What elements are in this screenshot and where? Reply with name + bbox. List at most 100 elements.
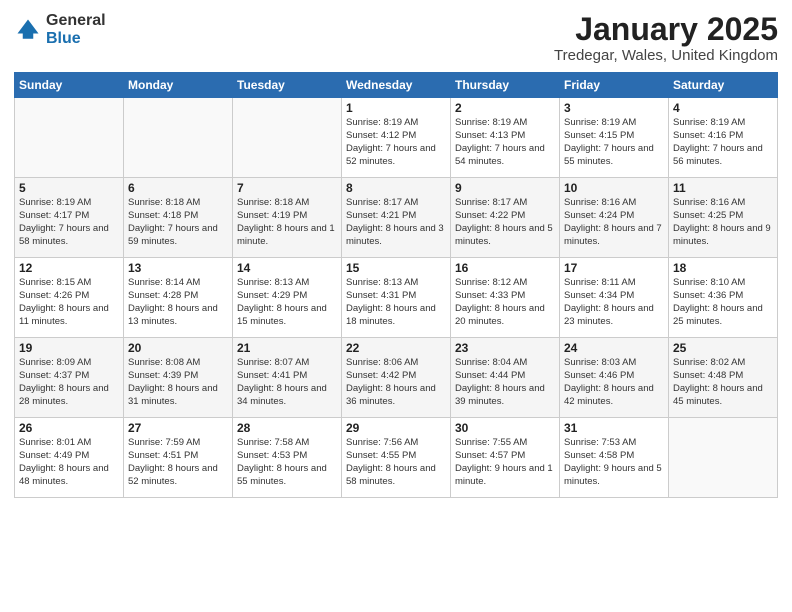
day-info: Sunrise: 8:03 AM Sunset: 4:46 PM Dayligh… xyxy=(564,357,664,408)
day-number: 17 xyxy=(564,261,664,275)
day-info: Sunrise: 8:17 AM Sunset: 4:21 PM Dayligh… xyxy=(346,197,446,248)
calendar-week-1: 1 Sunrise: 8:19 AM Sunset: 4:12 PM Daylig… xyxy=(15,98,778,178)
calendar-cell xyxy=(669,418,778,498)
calendar-cell: 26 Sunrise: 8:01 AM Sunset: 4:49 PM Dayli… xyxy=(15,418,124,498)
calendar-cell: 17 Sunrise: 8:11 AM Sunset: 4:34 PM Dayli… xyxy=(560,258,669,338)
day-number: 8 xyxy=(346,181,446,195)
day-info: Sunrise: 8:16 AM Sunset: 4:25 PM Dayligh… xyxy=(673,197,773,248)
day-number: 15 xyxy=(346,261,446,275)
day-info: Sunrise: 8:12 AM Sunset: 4:33 PM Dayligh… xyxy=(455,277,555,328)
day-info: Sunrise: 7:59 AM Sunset: 4:51 PM Dayligh… xyxy=(128,437,228,488)
calendar-cell: 6Sunrise: 8:18 AM Sunset: 4:18 PM Daylig… xyxy=(124,178,233,258)
calendar-cell: 30 Sunrise: 7:55 AM Sunset: 4:57 PM Dayli… xyxy=(451,418,560,498)
logo-text: General Blue xyxy=(46,12,106,47)
day-info: Sunrise: 8:01 AM Sunset: 4:49 PM Dayligh… xyxy=(19,437,119,488)
day-number: 7 xyxy=(237,181,337,195)
calendar-table: Sunday Monday Tuesday Wednesday Thursday… xyxy=(14,72,778,498)
page-header: General Blue January 2025 Tredegar, Wale… xyxy=(14,12,778,64)
day-number: 12 xyxy=(19,261,119,275)
day-info: Sunrise: 8:09 AM Sunset: 4:37 PM Dayligh… xyxy=(19,357,119,408)
day-number: 21 xyxy=(237,341,337,355)
calendar-cell xyxy=(15,98,124,178)
calendar-cell: 13Sunrise: 8:14 AM Sunset: 4:28 PM Dayli… xyxy=(124,258,233,338)
logo-icon xyxy=(14,16,42,44)
calendar-cell: 14Sunrise: 8:13 AM Sunset: 4:29 PM Dayli… xyxy=(233,258,342,338)
day-info: Sunrise: 8:11 AM Sunset: 4:34 PM Dayligh… xyxy=(564,277,664,328)
title-block: January 2025 Tredegar, Wales, United Kin… xyxy=(554,12,778,64)
calendar-week-4: 19 Sunrise: 8:09 AM Sunset: 4:37 PM Dayli… xyxy=(15,338,778,418)
day-info: Sunrise: 7:56 AM Sunset: 4:55 PM Dayligh… xyxy=(346,437,446,488)
day-number: 23 xyxy=(455,341,555,355)
calendar-cell: 18 Sunrise: 8:10 AM Sunset: 4:36 PM Dayli… xyxy=(669,258,778,338)
col-thursday: Thursday xyxy=(451,73,560,98)
day-info: Sunrise: 8:14 AM Sunset: 4:28 PM Dayligh… xyxy=(128,277,228,328)
day-info: Sunrise: 8:18 AM Sunset: 4:19 PM Dayligh… xyxy=(237,197,337,248)
day-number: 29 xyxy=(346,421,446,435)
col-sunday: Sunday xyxy=(15,73,124,98)
day-info: Sunrise: 7:58 AM Sunset: 4:53 PM Dayligh… xyxy=(237,437,337,488)
day-number: 30 xyxy=(455,421,555,435)
day-number: 28 xyxy=(237,421,337,435)
calendar-cell: 12 Sunrise: 8:15 AM Sunset: 4:26 PM Dayli… xyxy=(15,258,124,338)
day-info: Sunrise: 8:04 AM Sunset: 4:44 PM Dayligh… xyxy=(455,357,555,408)
calendar-cell: 21 Sunrise: 8:07 AM Sunset: 4:41 PM Dayli… xyxy=(233,338,342,418)
day-number: 19 xyxy=(19,341,119,355)
day-info: Sunrise: 8:19 AM Sunset: 4:17 PM Dayligh… xyxy=(19,197,119,248)
logo-general: General xyxy=(46,12,106,29)
calendar-week-2: 5Sunrise: 8:19 AM Sunset: 4:17 PM Daylig… xyxy=(15,178,778,258)
day-number: 27 xyxy=(128,421,228,435)
day-info: Sunrise: 8:08 AM Sunset: 4:39 PM Dayligh… xyxy=(128,357,228,408)
location: Tredegar, Wales, United Kingdom xyxy=(554,47,778,64)
day-number: 24 xyxy=(564,341,664,355)
day-number: 26 xyxy=(19,421,119,435)
calendar-cell: 5Sunrise: 8:19 AM Sunset: 4:17 PM Daylig… xyxy=(15,178,124,258)
calendar-week-5: 26 Sunrise: 8:01 AM Sunset: 4:49 PM Dayli… xyxy=(15,418,778,498)
day-number: 22 xyxy=(346,341,446,355)
calendar-cell: 11 Sunrise: 8:16 AM Sunset: 4:25 PM Dayli… xyxy=(669,178,778,258)
col-friday: Friday xyxy=(560,73,669,98)
col-tuesday: Tuesday xyxy=(233,73,342,98)
day-info: Sunrise: 8:15 AM Sunset: 4:26 PM Dayligh… xyxy=(19,277,119,328)
day-number: 1 xyxy=(346,101,446,115)
calendar-page: General Blue January 2025 Tredegar, Wale… xyxy=(0,0,792,612)
calendar-cell: 2 Sunrise: 8:19 AM Sunset: 4:13 PM Daylig… xyxy=(451,98,560,178)
calendar-cell: 27 Sunrise: 7:59 AM Sunset: 4:51 PM Dayli… xyxy=(124,418,233,498)
day-number: 16 xyxy=(455,261,555,275)
day-number: 10 xyxy=(564,181,664,195)
day-info: Sunrise: 8:13 AM Sunset: 4:31 PM Dayligh… xyxy=(346,277,446,328)
calendar-cell: 20Sunrise: 8:08 AM Sunset: 4:39 PM Dayli… xyxy=(124,338,233,418)
calendar-cell: 9 Sunrise: 8:17 AM Sunset: 4:22 PM Daylig… xyxy=(451,178,560,258)
day-number: 31 xyxy=(564,421,664,435)
day-info: Sunrise: 8:17 AM Sunset: 4:22 PM Dayligh… xyxy=(455,197,555,248)
day-number: 14 xyxy=(237,261,337,275)
calendar-cell: 3Sunrise: 8:19 AM Sunset: 4:15 PM Daylig… xyxy=(560,98,669,178)
calendar-cell: 15 Sunrise: 8:13 AM Sunset: 4:31 PM Dayli… xyxy=(342,258,451,338)
day-info: Sunrise: 8:19 AM Sunset: 4:15 PM Dayligh… xyxy=(564,117,664,168)
day-info: Sunrise: 8:07 AM Sunset: 4:41 PM Dayligh… xyxy=(237,357,337,408)
day-number: 4 xyxy=(673,101,773,115)
day-info: Sunrise: 8:16 AM Sunset: 4:24 PM Dayligh… xyxy=(564,197,664,248)
calendar-cell: 16 Sunrise: 8:12 AM Sunset: 4:33 PM Dayli… xyxy=(451,258,560,338)
day-info: Sunrise: 7:53 AM Sunset: 4:58 PM Dayligh… xyxy=(564,437,664,488)
calendar-cell: 29 Sunrise: 7:56 AM Sunset: 4:55 PM Dayli… xyxy=(342,418,451,498)
calendar-cell: 28 Sunrise: 7:58 AM Sunset: 4:53 PM Dayli… xyxy=(233,418,342,498)
day-info: Sunrise: 8:19 AM Sunset: 4:12 PM Dayligh… xyxy=(346,117,446,168)
calendar-cell: 31 Sunrise: 7:53 AM Sunset: 4:58 PM Dayli… xyxy=(560,418,669,498)
day-info: Sunrise: 8:10 AM Sunset: 4:36 PM Dayligh… xyxy=(673,277,773,328)
day-info: Sunrise: 7:55 AM Sunset: 4:57 PM Dayligh… xyxy=(455,437,555,488)
calendar-header-row: Sunday Monday Tuesday Wednesday Thursday… xyxy=(15,73,778,98)
day-number: 18 xyxy=(673,261,773,275)
day-info: Sunrise: 8:06 AM Sunset: 4:42 PM Dayligh… xyxy=(346,357,446,408)
col-monday: Monday xyxy=(124,73,233,98)
calendar-cell xyxy=(233,98,342,178)
col-saturday: Saturday xyxy=(669,73,778,98)
calendar-cell: 7 Sunrise: 8:18 AM Sunset: 4:19 PM Daylig… xyxy=(233,178,342,258)
day-number: 9 xyxy=(455,181,555,195)
calendar-cell: 1 Sunrise: 8:19 AM Sunset: 4:12 PM Daylig… xyxy=(342,98,451,178)
day-number: 11 xyxy=(673,181,773,195)
calendar-cell: 10 Sunrise: 8:16 AM Sunset: 4:24 PM Dayli… xyxy=(560,178,669,258)
month-title: January 2025 xyxy=(554,12,778,47)
day-info: Sunrise: 8:19 AM Sunset: 4:13 PM Dayligh… xyxy=(455,117,555,168)
day-number: 2 xyxy=(455,101,555,115)
logo-blue: Blue xyxy=(46,30,81,47)
